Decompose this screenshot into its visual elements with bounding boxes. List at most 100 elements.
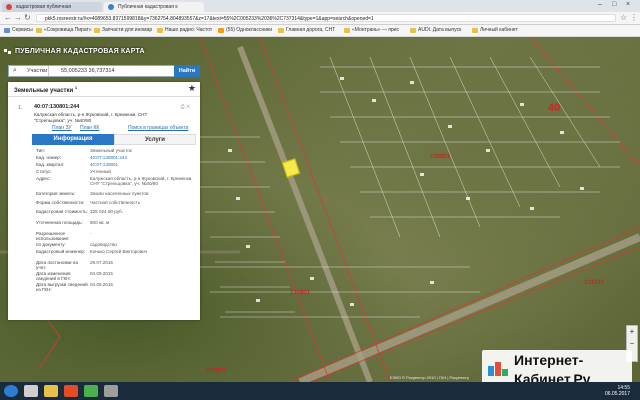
info-row-value: Учтенный <box>90 169 111 174</box>
info-row-value: 04.09.2015 <box>90 282 113 287</box>
search-bar: ⌕ Участки 55,005233 36,737314 Найти <box>8 65 200 77</box>
menu-icon[interactable]: ⋮ <box>630 13 638 23</box>
folder-icon <box>472 28 478 33</box>
map-attribution: ЕЭКО © Росреестр 2010 | ГКН | Росреестр <box>390 375 469 380</box>
info-row-value: садоводство <box>90 242 117 247</box>
bookmarks-bar: Сервисы «Сокровища Пират» Запчасти для и… <box>0 25 640 37</box>
taskbar-folder-icon[interactable] <box>44 385 58 397</box>
bookmark-item[interactable]: Личный кабинет <box>472 26 518 35</box>
info-row-label: Уточненная площадь: <box>36 220 83 225</box>
map-label: 40 <box>548 102 561 114</box>
back-icon[interactable]: ← <box>4 13 12 23</box>
watermark-logo-icon <box>488 362 508 376</box>
taskbar-chrome-icon[interactable] <box>84 385 98 397</box>
folder-icon <box>157 28 163 33</box>
info-row-label: Дата выгрузки сведений из ГКН: <box>36 282 88 293</box>
info-row-value: Частная собственность <box>90 200 141 205</box>
panel-title: Земельные участки 1 <box>14 85 78 94</box>
folder-icon <box>344 28 350 33</box>
info-row-value: 800 кв. м <box>90 220 110 225</box>
folder-icon <box>36 28 42 33</box>
bookmark-item[interactable]: «Сокровища Пират» <box>36 26 92 35</box>
plan-zu-link[interactable]: План ЗУ <box>52 125 72 131</box>
map-label: 130801 <box>430 154 451 160</box>
taskbar-app-icon[interactable] <box>24 385 38 397</box>
watermark-line-1: Интернет- <box>514 352 584 368</box>
browser-tab-1[interactable]: кадастровая публичная <box>2 2 102 12</box>
panel-header: Земельные участки 1 ★ <box>8 82 200 97</box>
info-row-label: Статус: <box>36 169 52 174</box>
taskbar-app-icon[interactable] <box>64 385 78 397</box>
url-input[interactable]: pkk5.rosreestr.ru/#x=4089653.8371599818&… <box>36 14 616 22</box>
bookmark-item[interactable]: Главная дорога, СНТ <box>278 26 335 35</box>
minimize-icon[interactable]: – <box>598 1 602 8</box>
tab-information[interactable]: Информация <box>32 134 114 145</box>
tab-services[interactable]: Услуги <box>114 134 196 145</box>
folder-icon <box>278 28 284 33</box>
info-row-value: Земли населенных пунктов <box>90 191 149 196</box>
star-bookmark-icon[interactable]: ☆ <box>620 13 627 23</box>
bookmark-item[interactable]: AUDI. Дата выпуск <box>410 26 461 35</box>
bookmark-item[interactable]: Наше радио: Частот <box>157 26 212 35</box>
info-row-label: Разрешенное использование: <box>36 231 70 242</box>
info-row-label: Тип: <box>36 148 45 153</box>
apps-icon <box>4 28 10 33</box>
info-row-label: Категория земель: <box>36 191 76 196</box>
card-tools-icon[interactable]: ⎙ ✕ <box>181 104 190 110</box>
app-title: ПУБЛИЧНАЯ КАДАСТРОВАЯ КАРТА <box>15 48 145 55</box>
info-row-label: Кадастровая стоимость: <box>36 209 88 214</box>
info-row-value: Калужская область, р-н Жуковский, г. Кре… <box>90 176 193 187</box>
info-row-label: Кадастровый инженер: <box>36 249 86 254</box>
folder-icon <box>410 28 416 33</box>
result-address: Калужская область, р-н Жуковский, г. Кре… <box>34 112 148 123</box>
zoom-out-icon[interactable]: − <box>627 338 637 350</box>
search-icon: ⌕ <box>13 67 17 74</box>
info-row-value[interactable]: 40:07:130801 <box>90 162 194 167</box>
info-row-label: по документу: <box>36 242 66 247</box>
bookmark-item[interactable]: «Монтрань» — прис <box>344 26 399 35</box>
plan-kk-link[interactable]: План КК <box>80 125 99 131</box>
zoom-in-icon[interactable]: + <box>627 326 637 338</box>
info-row-label: Дата постановки на учет: <box>36 260 78 271</box>
reload-icon[interactable]: ↻ <box>24 13 31 23</box>
result-number: 1. <box>18 105 23 111</box>
favorite-star-icon[interactable]: ★ <box>188 83 196 94</box>
taskbar-clock[interactable]: 14:55 06.05.2017 <box>605 385 630 397</box>
info-row-value: 04.09.2015 <box>90 271 113 276</box>
bookmark-item[interactable]: (55) Одноклассники <box>218 26 272 35</box>
ok-icon <box>218 28 224 33</box>
info-row-value: 325 024.00 руб. <box>90 209 124 214</box>
tab-label: кадастровая публичная <box>16 4 72 10</box>
taskbar-app-icon[interactable] <box>104 385 118 397</box>
info-row-value: Земельный участок <box>90 148 132 153</box>
bookmark-item[interactable]: Сервисы <box>4 26 33 35</box>
info-row-label: Кад. номер: <box>36 155 62 160</box>
tab-favicon-icon <box>108 4 114 10</box>
folder-icon <box>94 28 100 33</box>
browser-tab-2[interactable]: Публичная кадастровая к <box>104 2 204 12</box>
info-row-label: Кад. квартал: <box>36 162 65 167</box>
search-input[interactable]: 55,005233 36,737314 <box>61 66 115 76</box>
cadastral-number: 40:07:130801:244 <box>34 104 80 110</box>
search-type-select[interactable]: ⌕ Участки <box>9 66 49 76</box>
info-row-label: Адрес: <box>36 176 51 181</box>
panel-tabs: Информация Услуги <box>32 134 196 145</box>
close-icon[interactable]: × <box>626 1 630 8</box>
address-bar: ← → ↻ pkk5.rosreestr.ru/#x=4089653.83715… <box>0 12 640 25</box>
search-in-bounds-link[interactable]: Поиск в границах объекта <box>128 125 188 131</box>
browser-tab-bar: кадастровая публичная Публичная кадастро… <box>0 0 640 12</box>
os-taskbar: 14:55 06.05.2017 <box>0 382 640 400</box>
forward-icon[interactable]: → <box>14 13 22 23</box>
maximize-icon[interactable]: □ <box>612 1 616 8</box>
info-row-label: Дата изменения сведений в ГКН: <box>36 271 71 282</box>
map-logo-icon <box>4 49 11 54</box>
search-button[interactable]: Найти <box>174 65 200 77</box>
info-panel: Земельные участки 1 ★ 1. 40:07:130801:24… <box>8 82 200 320</box>
bookmark-item[interactable]: Запчасти для иномар <box>94 26 152 35</box>
info-row-value[interactable]: 40:07:130801:244 <box>90 155 194 160</box>
info-row-label: Форма собственности: <box>36 200 85 205</box>
map-label: 131101 <box>584 280 604 286</box>
map-label: 130801 <box>206 368 227 374</box>
start-button-icon[interactable] <box>4 385 18 397</box>
info-row-value: Конько Сергей Викторович <box>90 249 148 254</box>
